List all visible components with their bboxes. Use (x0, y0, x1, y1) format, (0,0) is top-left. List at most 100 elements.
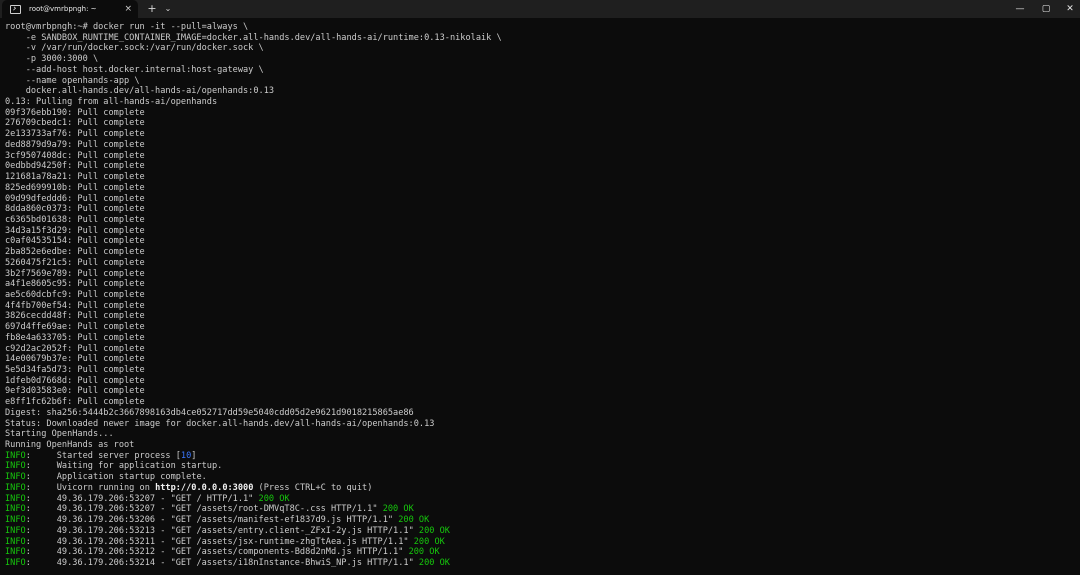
terminal-line: Running OpenHands as root (5, 440, 1075, 451)
terminal-text-segment: : 49.36.179.206:53212 - "GET /assets/com… (25, 547, 409, 558)
terminal-text-segment: 200 OK (398, 515, 430, 526)
terminal-line: 2e133733af76: Pull complete (5, 129, 1075, 140)
terminal-text-segment: Status: Downloaded newer image for docke… (5, 418, 435, 429)
terminal-line: INFO: 49.36.179.206:53206 - "GET /assets… (5, 515, 1075, 526)
terminal-line: 09f376ebb190: Pull complete (5, 108, 1075, 119)
terminal-line: ded8879d9a79: Pull complete (5, 140, 1075, 151)
terminal-text-segment: 3826cecdd48f: Pull complete (5, 311, 145, 322)
terminal-text-segment: : 49.36.179.206:53207 - "GET /assets/roo… (25, 504, 383, 515)
new-tab-button[interactable]: + (145, 1, 159, 17)
terminal-text-segment: : 49.36.179.206:53211 - "GET /assets/jsx… (25, 536, 414, 547)
terminal-line: INFO: 49.36.179.206:53214 - "GET /assets… (5, 558, 1075, 569)
terminal-text-segment: 9ef3d03583e0: Pull complete (5, 386, 145, 397)
terminal-text-segment: 200 OK (413, 536, 445, 547)
terminal-text-segment: -e SANDBOX_RUNTIME_CONTAINER_IMAGE=docke… (5, 32, 502, 43)
terminal-line: 34d3a15f3d29: Pull complete (5, 226, 1075, 237)
terminal-line: 5260475f21c5: Pull complete (5, 258, 1075, 269)
terminal-text-segment: : 49.36.179.206:53214 - "GET /assets/i18… (25, 557, 419, 568)
terminal-text-segment: -p 3000:3000 \ (5, 54, 99, 65)
terminal-text-segment: INFO (5, 482, 26, 493)
terminal-text-segment: c92d2ac2052f: Pull complete (5, 343, 145, 354)
terminal-line: e8ff1fc62b6f: Pull complete (5, 397, 1075, 408)
terminal-text-segment: ] (191, 450, 197, 461)
terminal-text-segment: INFO (5, 557, 26, 568)
terminal-line: 121681a78a21: Pull complete (5, 172, 1075, 183)
terminal-text-segment: docker.all-hands.dev/all-hands-ai/openha… (5, 86, 275, 97)
terminal-line: -p 3000:3000 \ (5, 54, 1075, 65)
terminal-text-segment: root@vmrbpngh:~# docker run -it --pull=a… (5, 22, 249, 32)
terminal-line: INFO: Waiting for application startup. (5, 461, 1075, 472)
terminal-window: root@vmrbpngh: ~ × + ⌄ — ▢ ✕ root@vmrbpn… (0, 0, 1080, 575)
terminal-text-segment: 3b2f7569e789: Pull complete (5, 268, 145, 279)
terminal-text-segment: 1dfeb0d7668d: Pull complete (5, 375, 145, 386)
terminal-text-segment: 200 OK (418, 525, 450, 536)
tab-close-icon[interactable]: × (124, 3, 132, 15)
terminal-line: 3b2f7569e789: Pull complete (5, 269, 1075, 280)
terminal-line: c6365bd01638: Pull complete (5, 215, 1075, 226)
terminal-line: 9ef3d03583e0: Pull complete (5, 386, 1075, 397)
terminal-lines: root@vmrbpngh:~# docker run -it --pull=a… (5, 22, 1075, 569)
terminal-line: 1dfeb0d7668d: Pull complete (5, 376, 1075, 387)
terminal-text-segment: 8dda860c0373: Pull complete (5, 204, 145, 215)
terminal-line: INFO: Started server process [10] (5, 451, 1075, 462)
terminal-line: 4f4fb700ef54: Pull complete (5, 301, 1075, 312)
terminal-text-segment: : 49.36.179.206:53207 - "GET / HTTP/1.1" (25, 493, 259, 504)
terminal-text-segment: : 49.36.179.206:53213 - "GET /assets/ent… (25, 525, 419, 536)
terminal-text-segment: ded8879d9a79: Pull complete (5, 139, 145, 150)
terminal-text-segment: INFO (5, 536, 26, 547)
terminal-text-segment: 4f4fb700ef54: Pull complete (5, 300, 145, 311)
terminal-text-segment: INFO (5, 504, 26, 515)
terminal-text-segment: : 49.36.179.206:53206 - "GET /assets/man… (25, 515, 399, 526)
terminal-text-segment: 200 OK (408, 547, 440, 558)
terminal-text-segment: c0af04535154: Pull complete (5, 236, 145, 247)
terminal-text-segment: 825ed699910b: Pull complete (5, 182, 145, 193)
terminal-line: 09d99dfeddd6: Pull complete (5, 194, 1075, 205)
terminal-line: docker.all-hands.dev/all-hands-ai/openha… (5, 86, 1075, 97)
terminal-line: INFO: Application startup complete. (5, 472, 1075, 483)
terminal-tab[interactable]: root@vmrbpngh: ~ × (2, 0, 138, 18)
terminal-line: 14e00679b37e: Pull complete (5, 354, 1075, 365)
terminal-line: 2ba852e6edbe: Pull complete (5, 247, 1075, 258)
terminal-line: 0.13: Pulling from all-hands-ai/openhand… (5, 97, 1075, 108)
terminal-line: 276709cbedc1: Pull complete (5, 118, 1075, 129)
terminal-text-segment: 200 OK (258, 493, 290, 504)
terminal-text-segment: : Waiting for application startup. (25, 461, 223, 472)
terminal-text-segment: INFO (5, 461, 26, 472)
terminal-line: -e SANDBOX_RUNTIME_CONTAINER_IMAGE=docke… (5, 33, 1075, 44)
terminal-text-segment: 34d3a15f3d29: Pull complete (5, 225, 145, 236)
terminal-text-segment: 5260475f21c5: Pull complete (5, 257, 145, 268)
terminal-text-segment: (Press CTRL+C to quit) (253, 482, 373, 493)
terminal-line: Digest: sha256:5444b2c3667898163db4ce052… (5, 408, 1075, 419)
terminal-line: --add-host host.docker.internal:host-gat… (5, 65, 1075, 76)
terminal-line: Status: Downloaded newer image for docke… (5, 419, 1075, 430)
terminal-text-segment: 276709cbedc1: Pull complete (5, 118, 145, 129)
close-button[interactable]: ✕ (1056, 0, 1080, 18)
terminal-output[interactable]: root@vmrbpngh:~# docker run -it --pull=a… (5, 22, 1075, 574)
terminal-text-segment: --add-host host.docker.internal:host-gat… (5, 64, 264, 75)
terminal-line: INFO: 49.36.179.206:53207 - "GET /assets… (5, 504, 1075, 515)
terminal-text-segment: INFO (5, 547, 26, 558)
terminal-text-segment: 2e133733af76: Pull complete (5, 129, 145, 140)
terminal-line: a4f1e8605c95: Pull complete (5, 279, 1075, 290)
terminal-text-segment: 200 OK (382, 504, 414, 515)
minimize-button[interactable]: — (1006, 0, 1034, 18)
terminal-line: 825ed699910b: Pull complete (5, 183, 1075, 194)
terminal-text-segment: 697d4ffe69ae: Pull complete (5, 322, 145, 333)
terminal-text-segment: c6365bd01638: Pull complete (5, 214, 145, 225)
terminal-line: c92d2ac2052f: Pull complete (5, 344, 1075, 355)
terminal-text-segment: http://0.0.0.0:3000 (155, 482, 254, 493)
tab-dropdown-button[interactable]: ⌄ (162, 1, 174, 17)
terminal-text-segment: 200 OK (418, 557, 450, 568)
terminal-line: 5e5d34fa5d73: Pull complete (5, 365, 1075, 376)
terminal-text-segment: : Uvicorn running on (25, 482, 156, 493)
terminal-text-segment: 14e00679b37e: Pull complete (5, 354, 145, 365)
terminal-line: INFO: 49.36.179.206:53213 - "GET /assets… (5, 526, 1075, 537)
terminal-text-segment: a4f1e8605c95: Pull complete (5, 279, 145, 290)
terminal-line: --name openhands-app \ (5, 76, 1075, 87)
terminal-line: c0af04535154: Pull complete (5, 236, 1075, 247)
terminal-text-segment: --name openhands-app \ (5, 75, 140, 86)
terminal-line: fb8e4a633705: Pull complete (5, 333, 1075, 344)
terminal-text-segment: INFO (5, 472, 26, 483)
terminal-line: Starting OpenHands... (5, 429, 1075, 440)
terminal-text-segment: INFO (5, 525, 26, 536)
